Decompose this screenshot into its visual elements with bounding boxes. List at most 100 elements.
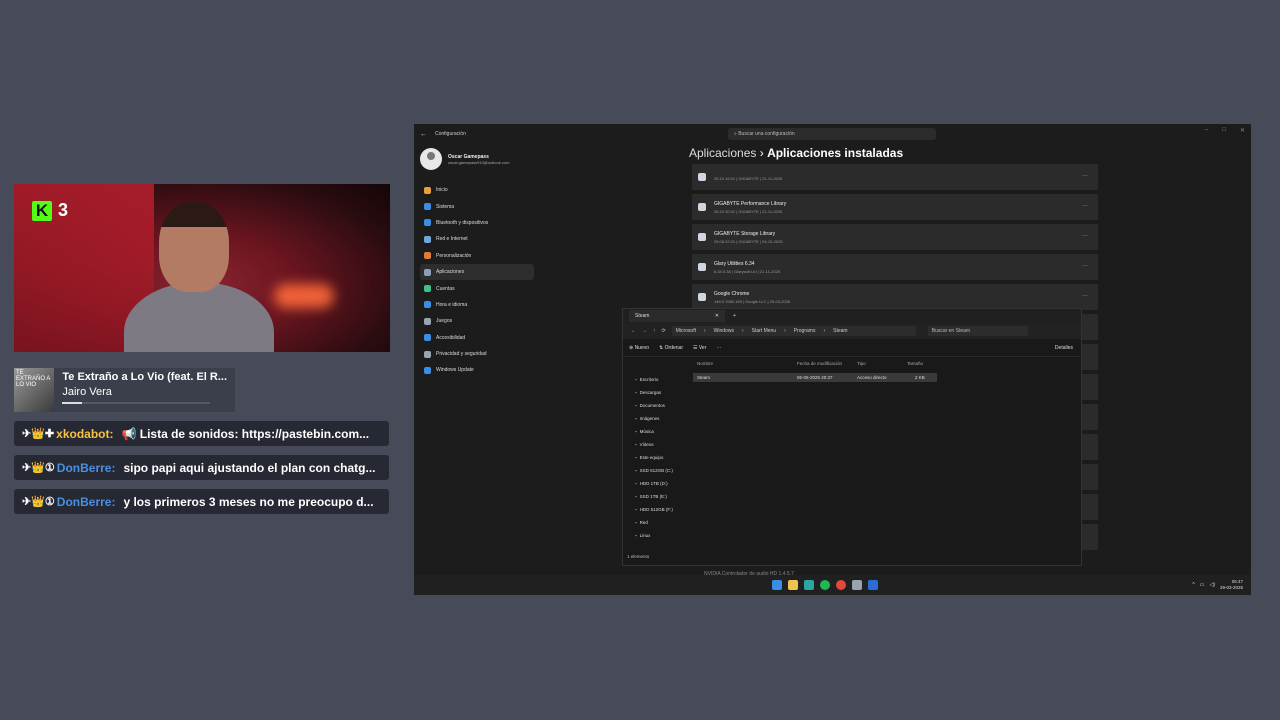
explorer-tab[interactable]: Steam ✕ — [629, 310, 725, 322]
sidebar-item[interactable]: Sistema — [420, 198, 534, 214]
now-playing-widget: TE EXTRAÑO A LO VIO Te Extraño a Lo Vio … — [14, 368, 235, 412]
chat-text: 📢 Lista de sonidos: https://pastebin.com… — [121, 426, 370, 441]
sidebar-item[interactable]: Aplicaciones — [420, 263, 534, 281]
edge-icon[interactable] — [804, 580, 814, 590]
app-icon — [698, 233, 706, 241]
sidebar-item[interactable]: Cuentas — [420, 280, 534, 296]
explorer-search-input[interactable]: Buscar en Steam — [927, 326, 1028, 336]
breadcrumb-segment[interactable]: Steam — [833, 328, 847, 334]
file-row[interactable]: Steam 06-05-2025 20:37 Acceso directo 2 … — [693, 373, 937, 382]
settings-search-input[interactable]: ⌕ Buscar una configuración — [728, 128, 936, 140]
maximize-icon[interactable]: □ — [1222, 127, 1226, 134]
sidebar-item[interactable]: Accesibilidad — [420, 330, 534, 346]
webcam-feed — [14, 184, 390, 352]
file-name: Steam — [697, 375, 711, 380]
breadcrumb-segment[interactable]: Windows — [714, 328, 734, 334]
column-header[interactable]: Fecha de modificación — [797, 361, 857, 366]
view-button[interactable]: ☰ Ver — [693, 345, 706, 351]
close-icon[interactable]: ✕ — [715, 313, 719, 319]
sidebar-item[interactable]: Hora e idioma — [420, 297, 534, 313]
folder-icon: ▪ — [635, 390, 637, 395]
new-button[interactable]: ⊕ Nuevo — [629, 345, 649, 351]
sidebar-item[interactable]: Juegos — [420, 313, 534, 329]
forward-arrow-icon[interactable]: → — [642, 328, 647, 334]
sidebar-item[interactable]: Bluetooth y dispositivos — [420, 215, 534, 231]
more-options-icon[interactable]: ··· — [1082, 263, 1088, 269]
new-tab-icon[interactable]: + — [733, 313, 736, 319]
status-bar: 1 elemento — [627, 554, 650, 559]
sidebar-item[interactable]: Privacidad y seguridad — [420, 346, 534, 362]
explorer-sidebar-item[interactable]: ▪ Red — [627, 516, 689, 529]
explorer-sidebar-item[interactable]: ▪ SSD 1TB (E:) — [627, 490, 689, 503]
file-type: Acceso directo — [857, 375, 887, 380]
explorer-sidebar-item[interactable]: ▪ Descargas — [627, 386, 689, 399]
sidebar-item[interactable]: Windows Update — [420, 362, 534, 378]
details-button[interactable]: Detalles — [1055, 345, 1073, 351]
column-header[interactable]: Tipo — [857, 361, 907, 366]
explorer-sidebar-item[interactable]: ▪ HDD 1TB (D:) — [627, 477, 689, 490]
up-arrow-icon[interactable]: ↑ — [653, 328, 656, 334]
chat-message: ✈👑① DonBerre: sipo papi aqui ajustando e… — [14, 455, 389, 480]
start-icon[interactable] — [772, 580, 782, 590]
app-row[interactable]: Glary Utilities 6.34 6.34.0.38 | Glarysof… — [692, 254, 1098, 280]
chrome-icon[interactable] — [836, 580, 846, 590]
app-row[interactable]: Google Chrome 146.0.7680.165 | Google LLC… — [692, 284, 1098, 310]
app-row[interactable]: GIGABYTE Performance Library 25.10.30.01 … — [692, 194, 1098, 220]
explorer-sidebar-item[interactable]: ▪ Este equipo — [627, 451, 689, 464]
back-arrow-icon[interactable]: ← — [420, 131, 427, 138]
explorer-sidebar-item[interactable]: ▪ HDD 512GB (F:) — [627, 503, 689, 516]
steam-icon[interactable] — [868, 580, 878, 590]
screen-capture: ← Configuración ⌕ Buscar una configuraci… — [414, 124, 1251, 595]
chat-message: ✈👑✚ xkodabot: 📢 Lista de sonidos: https:… — [14, 421, 389, 446]
sort-button[interactable]: ⇅ Ordenar — [659, 345, 683, 351]
app-row[interactable]: 25.10.16.01 | GIGABYTE | 21-11-2025 ··· — [692, 164, 1098, 190]
kick-logo-icon: K — [32, 200, 52, 221]
folder-icon: ▪ — [635, 429, 637, 434]
explorer-sidebar-item[interactable]: ▪ Música — [627, 425, 689, 438]
explorer-sidebar-item[interactable]: ▪ Imágenes — [627, 412, 689, 425]
breadcrumb-segment[interactable]: Start Menu — [752, 328, 776, 334]
more-options-icon[interactable]: ··· — [1082, 173, 1088, 179]
more-options-icon[interactable]: ··· — [1082, 233, 1088, 239]
search-placeholder: Buscar una configuración — [738, 131, 795, 137]
clock[interactable]: 05:47 29-03-2026 — [1220, 579, 1243, 591]
profile-email: oscar.gamepass913@outlook.com — [448, 159, 510, 165]
breadcrumb-segment[interactable]: Microsoft — [676, 328, 696, 334]
settings-icon[interactable] — [852, 580, 862, 590]
back-arrow-icon[interactable]: ← — [631, 328, 636, 334]
viewer-count: 3 — [58, 200, 69, 220]
explorer-sidebar-item[interactable]: ▪ Documentos — [627, 399, 689, 412]
address-bar[interactable]: Microsoft › Windows › Start Menu › Programs › St… — [671, 326, 916, 336]
app-name: Glary Utilities 6.34 — [714, 260, 755, 267]
explorer-sidebar-item[interactable]: ▪ Vídeos — [627, 438, 689, 451]
app-icon — [698, 293, 706, 301]
minimize-icon[interactable]: – — [1205, 127, 1208, 134]
more-options-icon[interactable]: ··· — [1082, 203, 1088, 209]
breadcrumb-parent[interactable]: Aplicaciones — [689, 146, 756, 160]
explorer-sidebar-item[interactable]: ▪ Linux — [627, 529, 689, 542]
column-header[interactable]: Nombre — [697, 361, 797, 366]
explorer-sidebar-label: Música — [639, 429, 654, 434]
volume-icon[interactable]: ◁) — [1209, 582, 1215, 588]
more-button[interactable]: ··· — [716, 345, 721, 351]
close-icon[interactable]: ✕ — [1240, 127, 1245, 134]
breadcrumb-segment[interactable]: Programs — [794, 328, 816, 334]
sidebar-item[interactable]: Personalización — [420, 248, 534, 264]
chat-message: ✈👑① DonBerre: y los primeros 3 meses no … — [14, 489, 389, 514]
more-options-icon[interactable]: ··· — [1082, 293, 1088, 299]
explorer-sidebar-item[interactable]: ▪ SSD 512GB (C:) — [627, 464, 689, 477]
column-header[interactable]: Tamaño — [907, 361, 923, 366]
tab-label: Steam — [635, 313, 650, 319]
chevron-up-icon[interactable]: ^ — [1192, 582, 1194, 588]
network-icon[interactable]: ▭ — [1200, 582, 1205, 588]
app-row[interactable]: GIGABYTE Storage Library 25.08.22.01 | GI… — [692, 224, 1098, 250]
file-explorer-icon[interactable] — [788, 580, 798, 590]
sidebar-item[interactable]: Inicio — [420, 182, 534, 198]
explorer-sidebar-item[interactable]: ▪ Escritorio — [627, 373, 689, 386]
refresh-icon[interactable]: ⟳ — [662, 328, 666, 334]
sidebar-item-label: Aplicaciones — [436, 269, 465, 276]
sidebar-item[interactable]: Red e Internet — [420, 231, 534, 247]
spotify-icon[interactable] — [820, 580, 830, 590]
explorer-sidebar: ▪ Escritorio ▪ Descargas ▪ Documentos ▪ Imágene… — [627, 373, 689, 542]
user-profile[interactable]: Oscar Gamepass oscar.gamepass913@outlook… — [420, 148, 509, 170]
